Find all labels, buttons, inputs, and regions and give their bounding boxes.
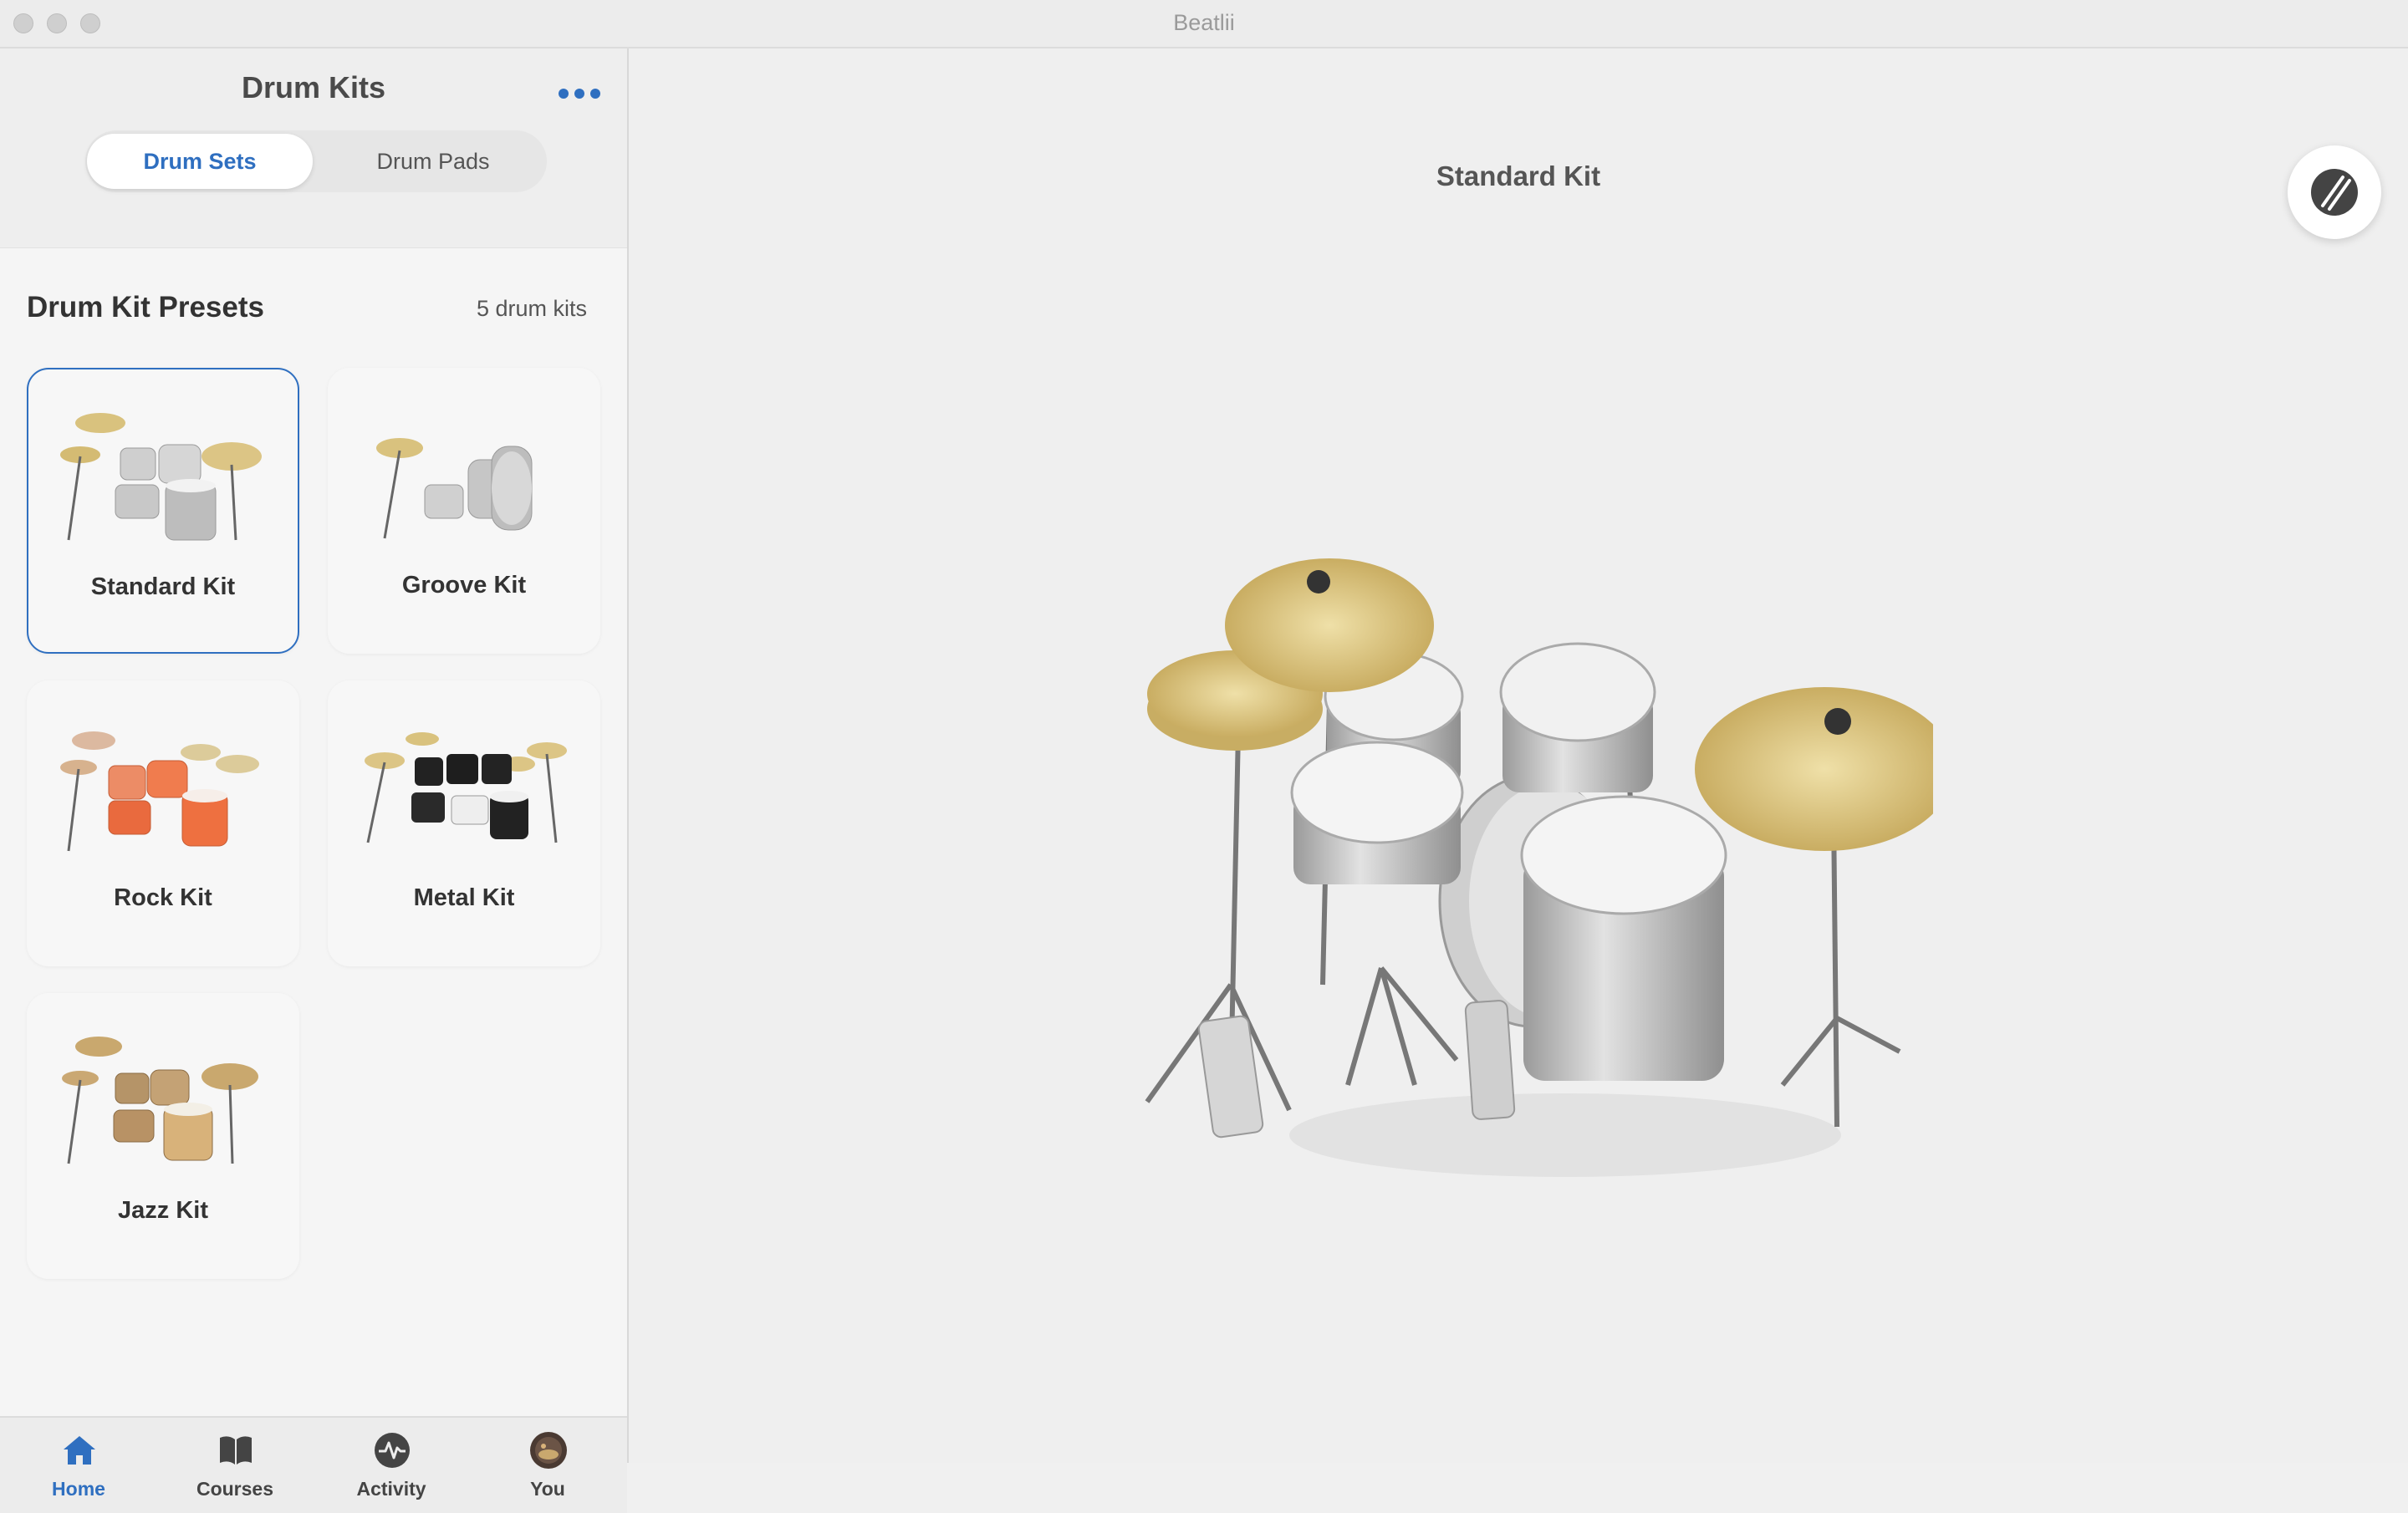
tab-label: You	[530, 1478, 565, 1500]
book-icon	[220, 1436, 252, 1465]
sidebar: Drum Kits Drum Sets Drum Pads Drum Kit P…	[0, 48, 629, 1513]
kit-card-metal[interactable]: Metal Kit	[328, 680, 600, 966]
kit-card-label: Metal Kit	[413, 884, 515, 911]
activity-icon	[375, 1433, 410, 1468]
tab-home[interactable]: Home	[0, 1418, 157, 1513]
kit-card-label: Standard Kit	[90, 573, 236, 600]
kit-card-standard[interactable]: Standard Kit	[27, 368, 299, 654]
window-titlebar: Beatlii	[0, 0, 2408, 48]
avatar	[530, 1432, 567, 1469]
kit-card-label: Jazz Kit	[118, 1197, 208, 1224]
tab-label: Courses	[196, 1478, 274, 1500]
standard-kit-thumbnail	[60, 413, 262, 541]
tab-you[interactable]: You	[469, 1418, 626, 1513]
selected-kit-title: Standard Kit	[1436, 160, 1601, 191]
kit-card-rock[interactable]: Rock Kit	[27, 680, 299, 966]
groove-kit-thumbnail	[376, 438, 533, 539]
kit-card-jazz[interactable]: Jazz Kit	[27, 993, 299, 1279]
kit-card-label: Groove Kit	[401, 572, 527, 599]
drum-kit-illustration	[1145, 558, 1933, 1177]
presets-heading: Drum Kit Presets	[27, 291, 264, 323]
kit-card-groove[interactable]: Groove Kit	[328, 368, 600, 654]
tab-label: Home	[52, 1478, 105, 1500]
sidebar-title: Drum Kits	[241, 70, 386, 104]
jazz-kit-thumbnail	[62, 1037, 258, 1164]
kit-type-segmented-control: Drum Sets Drum Pads	[85, 130, 547, 192]
window-title: Beatlii	[1173, 10, 1235, 35]
kit-card-label: Rock Kit	[114, 884, 212, 911]
ellipsis-icon	[559, 89, 569, 99]
tab-courses[interactable]: Courses	[156, 1418, 314, 1513]
segment-drum-pads[interactable]: Drum Pads	[328, 134, 538, 189]
more-options-button[interactable]	[556, 84, 603, 104]
tab-activity[interactable]: Activity	[313, 1418, 470, 1513]
presets-count: 5 drum kits	[476, 296, 587, 321]
kit-preview-panel: Standard Kit	[629, 48, 2408, 1463]
tab-label: Activity	[356, 1478, 426, 1500]
drumsticks-button[interactable]	[2288, 145, 2381, 239]
segment-drum-sets[interactable]: Drum Sets	[87, 134, 313, 189]
home-icon	[64, 1436, 95, 1465]
drumsticks-icon	[2311, 169, 2358, 216]
sidebar-header: Drum Kits Drum Sets Drum Pads	[0, 48, 627, 248]
bottom-tab-bar: Home Courses Activity You	[0, 1416, 627, 1513]
rock-kit-thumbnail	[60, 731, 259, 852]
metal-kit-thumbnail	[365, 732, 567, 843]
